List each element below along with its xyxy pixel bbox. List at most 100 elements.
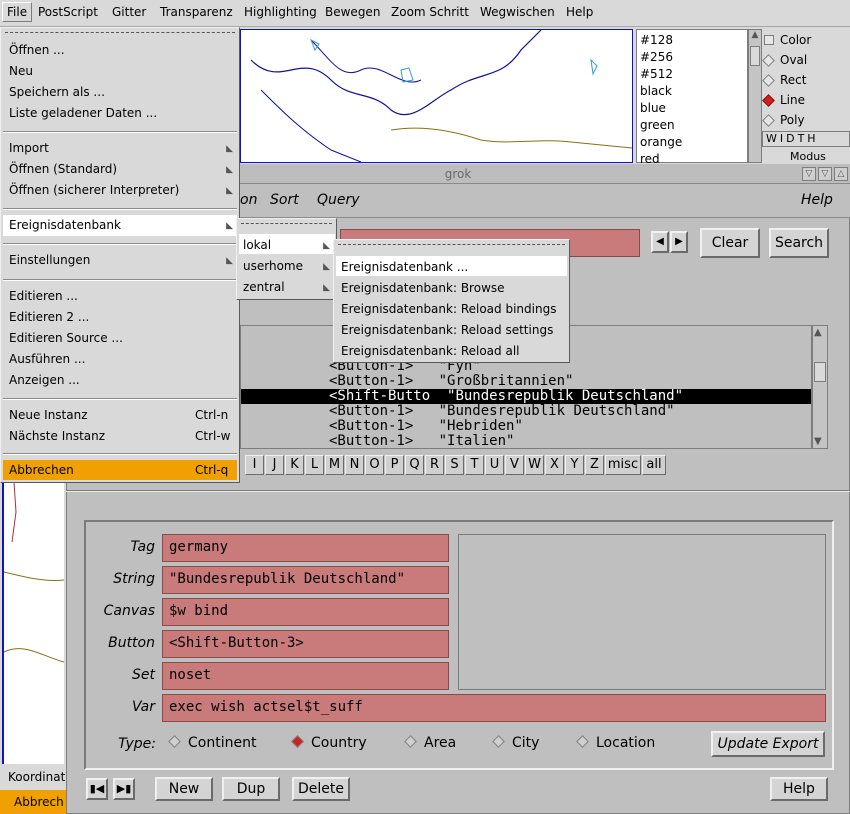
type-radio-country[interactable]: Country [291,735,367,751]
menu-zoom-schritt[interactable]: Zoom Schritt [391,5,469,19]
menu-help[interactable]: Help [566,5,593,19]
color-item[interactable]: #512 [640,66,744,83]
shape-poly[interactable]: Poly [762,113,805,127]
menu-item-naechste-instanz[interactable]: Nächste Instanz [9,429,105,443]
menu-item-oeffnen[interactable]: Öffnen ... [9,43,65,57]
notes-textarea[interactable] [458,534,826,690]
letter-button-s[interactable]: S [445,455,464,475]
letter-button-o[interactable]: O [365,455,384,475]
color-item[interactable]: #256 [640,49,744,66]
list-item[interactable]: <Button-1> "Bundesrepublik Deutschland" [329,404,675,419]
menu-postscript[interactable]: PostScript [38,5,98,19]
type-radio-continent[interactable]: Continent [168,735,256,751]
letter-button-all[interactable]: all [642,455,666,475]
window-minimize-icon[interactable]: ▽ [818,167,832,181]
letter-button-m[interactable]: M [325,455,344,475]
color-checkbox[interactable]: Color [764,33,811,47]
first-record-icon[interactable]: ▮◀ [86,778,108,800]
submenu-item-reload-all[interactable]: Ereignisdatenbank: Reload all [341,344,520,358]
grok-menu-sort[interactable]: Sort [270,192,299,208]
menu-item-oeffnen-standard[interactable]: Öffnen (Standard) [9,162,117,176]
color-list-scrollbar[interactable]: ▲ [748,29,762,163]
color-item[interactable]: green [640,117,744,134]
submenu-item-reload-settings[interactable]: Ereignisdatenbank: Reload settings [341,323,553,337]
menu-item-neue-instanz[interactable]: Neue Instanz [9,408,88,422]
last-record-icon[interactable]: ▶▮ [113,778,135,800]
canvas-field[interactable]: $w bind [162,598,449,626]
menu-wegwischen[interactable]: Wegwischen [480,5,555,19]
letter-button-i[interactable]: I [245,455,264,475]
menu-item-abbrechen[interactable]: Abbrechen [9,463,74,477]
clear-button[interactable]: Clear [700,228,760,258]
scroll-thumb[interactable] [750,46,760,66]
submenu-item-browse[interactable]: Ereignisdatenbank: Browse [341,281,505,295]
help-button[interactable]: Help [770,777,828,801]
tearoff-line[interactable] [5,32,235,33]
letter-button-v[interactable]: V [505,455,524,475]
letter-button-p[interactable]: P [385,455,404,475]
menu-file[interactable]: File [2,2,33,22]
color-item[interactable]: blue [640,100,744,117]
window-maximize-icon[interactable]: △ [834,167,848,181]
letter-button-u[interactable]: U [485,455,504,475]
grok-menu-help[interactable]: Help [801,192,833,208]
color-item[interactable]: orange [640,134,744,151]
type-radio-location[interactable]: Location [576,735,655,751]
list-item[interactable]: <Button-1> "Großbritannien" [329,374,573,389]
letter-button-misc[interactable]: misc [605,455,641,475]
dup-button[interactable]: Dup [222,777,280,801]
menu-item-liste-geladener-daten[interactable]: Liste geladener Daten ... [9,106,157,120]
menu-gitter[interactable]: Gitter [112,5,146,19]
type-radio-area[interactable]: Area [404,735,456,751]
letter-button-l[interactable]: L [305,455,324,475]
menu-item-neu[interactable]: Neu [9,64,33,78]
tag-field[interactable]: germany [162,534,449,562]
update-export-button[interactable]: Update Export [711,731,825,757]
letter-button-y[interactable]: Y [565,455,584,475]
window-menu-icon[interactable]: ▽ [802,167,816,181]
menu-item-editieren-source[interactable]: Editieren Source ... [9,331,123,345]
results-scrollbar[interactable]: ▲ ▼ [812,325,828,449]
new-button[interactable]: New [155,777,213,801]
scroll-up-icon[interactable]: ▲ [814,327,822,338]
menu-item-import[interactable]: Import [9,141,49,155]
submenu-item-ereignisdatenbank[interactable]: Ereignisdatenbank ... [341,260,468,274]
menu-highlighting[interactable]: Highlighting [244,5,317,19]
delete-button[interactable]: Delete [292,777,350,801]
submenu-item-userhome[interactable]: userhome [243,259,303,273]
menu-item-einstellungen[interactable]: Einstellungen [9,253,90,267]
letter-button-n[interactable]: N [345,455,364,475]
type-radio-city[interactable]: City [492,735,539,751]
shape-rect[interactable]: Rect [762,73,806,87]
menu-item-editieren[interactable]: Editieren ... [9,289,78,303]
scroll-thumb[interactable] [814,362,826,382]
letter-button-t[interactable]: T [465,455,484,475]
grok-menu-query[interactable]: Query [317,192,360,208]
color-item[interactable]: black [640,83,744,100]
main-canvas[interactable] [2,481,65,764]
tearoff-line[interactable] [241,223,332,224]
search-button[interactable]: Search [769,228,829,258]
letter-button-r[interactable]: R [425,455,444,475]
list-item-selected[interactable]: <Shift-Butto "Bundesrepublik Deutschland… [241,389,811,404]
letter-button-w[interactable]: W [525,455,544,475]
letter-button-q[interactable]: Q [405,455,424,475]
submenu-item-zentral[interactable]: zentral [243,280,285,294]
color-item[interactable]: #128 [640,32,744,49]
prev-arrow-icon[interactable]: ◀ [651,231,669,253]
menu-item-anzeigen[interactable]: Anzeigen ... [9,373,80,387]
string-field[interactable]: "Bundesrepublik Deutschland" [162,566,449,594]
next-arrow-icon[interactable]: ▶ [670,231,688,253]
set-field[interactable]: noset [162,662,449,690]
shape-oval[interactable]: Oval [762,53,807,67]
scroll-up-icon[interactable]: ▲ [749,30,761,42]
list-item[interactable]: <Button-1> "Italien" [329,434,514,449]
menu-item-oeffnen-sicher[interactable]: Öffnen (sicherer Interpreter) [9,183,179,197]
letter-button-z[interactable]: Z [585,455,604,475]
menu-transparenz[interactable]: Transparenz [160,5,233,19]
scroll-down-icon[interactable]: ▼ [814,436,822,447]
menu-item-ausfuehren[interactable]: Ausführen ... [9,352,85,366]
shape-line[interactable]: Line [762,93,805,107]
tearoff-line[interactable] [338,244,565,245]
menu-bewegen[interactable]: Bewegen [325,5,380,19]
